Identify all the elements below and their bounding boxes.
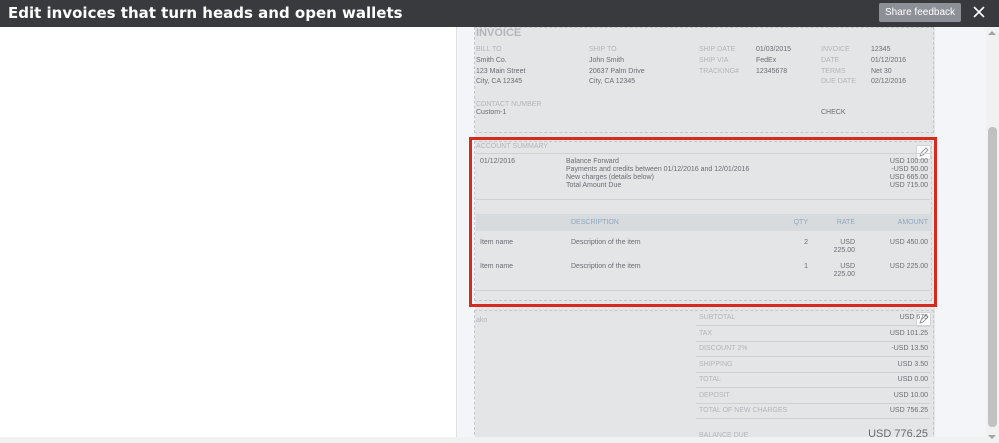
shipping-amount: USD 3.50 <box>897 361 928 368</box>
divider <box>476 153 930 154</box>
summary-line-text: New charges (details below) <box>566 174 654 181</box>
invoice-title: INVOICE <box>476 27 522 39</box>
total-new-charges-label: TOTAL OF NEW CHARGES <box>699 407 788 414</box>
ship-to-line2: 20637 Palm Drive <box>589 68 645 75</box>
divider <box>696 387 930 388</box>
item-rate: 225.00 <box>833 247 855 254</box>
divider <box>696 356 930 357</box>
tax-label: TAX <box>699 330 713 337</box>
deposit-amount: USD 10.00 <box>893 392 928 399</box>
summary-line-text: Total Amount Due <box>566 182 622 189</box>
total-label: TOTAL <box>699 376 721 383</box>
divider <box>696 372 930 373</box>
contact-number-value: Custom-1 <box>476 109 507 116</box>
item-name: Item name <box>480 239 514 246</box>
divider <box>476 290 930 291</box>
terms-label: TERMS <box>821 68 846 75</box>
summary-date: 01/12/2016 <box>480 158 516 165</box>
item-rate: USD <box>840 263 855 270</box>
terms-value: Net 30 <box>871 68 892 75</box>
ship-to-line1: John Smith <box>589 57 625 64</box>
col-amount-header: AMOUNT <box>897 219 928 226</box>
discount-amount: -USD 13.50 <box>891 345 928 352</box>
divider <box>696 341 930 342</box>
horizontal-scrollbar[interactable] <box>0 437 986 443</box>
ship-date-value: 01/03/2015 <box>756 46 792 53</box>
header-bar: Edit invoices that turn heads and open w… <box>0 0 999 27</box>
invoice-header-section[interactable] <box>474 27 934 133</box>
divider <box>696 325 930 326</box>
subtotal-label: SUBTOTAL <box>699 314 736 321</box>
total-new-charges-amount: USD 756.25 <box>889 407 928 414</box>
summary-line-text: Payments and credits between 01/12/2016 … <box>566 166 750 173</box>
item-description: Description of the item <box>571 263 641 270</box>
ship-to-label: SHIP TO <box>589 46 617 53</box>
item-qty: 2 <box>804 239 808 246</box>
share-feedback-button[interactable]: Share feedback <box>879 3 961 22</box>
invoice-number-label: INVOICE <box>821 46 850 53</box>
divider <box>696 418 930 419</box>
tracking-label: TRACKING# <box>699 68 740 75</box>
contact-number-label: CONTACT NUMBER <box>476 101 542 108</box>
invoice-date-label: DATE <box>821 57 840 64</box>
invoice-date-value: 01/12/2016 <box>871 57 907 64</box>
scroll-up-arrow-icon[interactable] <box>988 31 996 35</box>
items-table-header <box>476 214 932 231</box>
summary-line-amount: USD 665.00 <box>889 174 928 181</box>
ship-date-label: SHIP DATE <box>699 46 736 53</box>
bill-to-line2: 123 Main Street <box>476 68 526 75</box>
item-amount: USD 450.00 <box>889 239 928 246</box>
invoice-number-value: 12345 <box>871 46 891 53</box>
scrollbar-thumb[interactable] <box>988 127 997 427</box>
subtotal-amount: USD 675 <box>899 314 928 321</box>
deposit-label: DEPOSIT <box>699 392 730 399</box>
summary-line-amount: USD 715.00 <box>889 182 928 189</box>
item-rate: 225.00 <box>833 271 855 278</box>
ship-via-label: SHIP VIA <box>699 57 729 64</box>
divider <box>476 199 930 200</box>
tracking-value: 12345678 <box>756 68 788 75</box>
close-icon[interactable] <box>971 4 987 20</box>
col-qty-header: QTY <box>793 219 808 226</box>
item-qty: 1 <box>804 263 808 270</box>
tax-amount: USD 101.25 <box>889 330 928 337</box>
col-description-header: DESCRIPTION <box>571 219 619 226</box>
ship-to-line3: City, CA 12345 <box>589 78 636 85</box>
col-rate-header: RATE <box>836 219 855 226</box>
totals-note: ako <box>476 317 488 324</box>
summary-line-amount: -USD 50.00 <box>891 166 928 173</box>
page-title: Edit invoices that turn heads and open w… <box>8 4 403 22</box>
check-label: CHECK <box>821 109 846 116</box>
account-summary-label: ACCOUNT SUMMARY <box>476 143 549 150</box>
due-date-value: 02/12/2016 <box>871 78 907 85</box>
item-name: Item name <box>480 263 514 270</box>
item-description: Description of the item <box>571 239 641 246</box>
total-amount: USD 0.00 <box>897 376 928 383</box>
discount-label: DISCOUNT 2% <box>699 345 748 352</box>
shipping-label: SHIPPING <box>699 361 733 368</box>
summary-line-text: Balance Forward <box>566 158 619 165</box>
bill-to-label: BILL TO <box>476 46 502 53</box>
bill-to-line1: Smith Co. <box>476 57 507 64</box>
ship-via-value: FedEx <box>756 57 777 64</box>
item-rate: USD <box>840 239 855 246</box>
summary-line-amount: USD 100.00 <box>889 158 928 165</box>
divider <box>696 403 930 404</box>
due-date-label: DUE DATE <box>821 78 856 85</box>
vertical-scrollbar[interactable] <box>986 27 999 443</box>
item-amount: USD 225.00 <box>889 263 928 270</box>
scroll-down-arrow-icon[interactable] <box>988 435 996 439</box>
bill-to-line3: City, CA 12345 <box>476 78 523 85</box>
